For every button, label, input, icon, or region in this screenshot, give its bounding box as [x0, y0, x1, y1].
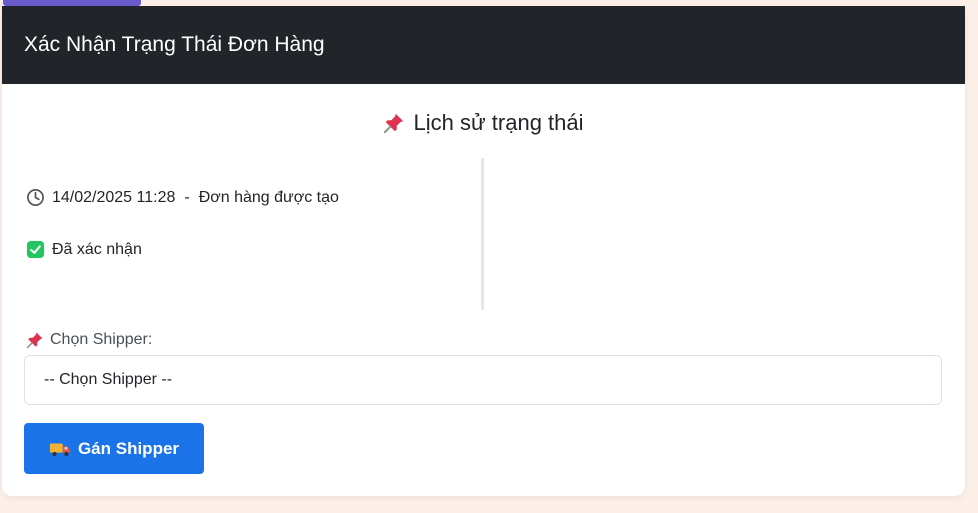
history-title-text: Lịch sử trạng thái	[413, 110, 584, 135]
pushpin-icon	[26, 331, 44, 349]
timeline-entry-confirmed: Đã xác nhận	[26, 240, 142, 259]
timeline-datetime: 14/02/2025 11:28	[52, 188, 176, 206]
page-title: Xác Nhận Trạng Thái Đơn Hàng	[24, 33, 325, 56]
timeline-entry-created: 14/02/2025 11:28 - Đơn hàng được tạo	[26, 188, 339, 207]
assign-button-label: Gán Shipper	[77, 438, 180, 458]
history-section-title: Lịch sử trạng thái	[2, 110, 965, 136]
shipper-select[interactable]: -- Chọn Shipper --	[24, 355, 942, 405]
order-status-card: Xác Nhận Trạng Thái Đơn Hàng Lịch sử trạ…	[2, 6, 965, 496]
check-mark-icon	[26, 240, 45, 259]
pushpin-icon	[383, 112, 405, 134]
status-timeline: 14/02/2025 11:28 - Đơn hàng được tạo Đã …	[24, 158, 484, 310]
shipper-select-value: -- Chọn Shipper --	[44, 371, 173, 388]
assign-shipper-button[interactable]: Gán Shipper	[24, 423, 204, 474]
card-header: Xác Nhận Trạng Thái Đơn Hàng	[2, 6, 965, 84]
shipper-label: Chọn Shipper:	[26, 331, 152, 349]
timeline-text: Đơn hàng được tạo	[198, 188, 339, 206]
truck-icon	[49, 440, 71, 458]
shipper-label-text: Chọn Shipper:	[50, 331, 153, 348]
timeline-text: Đã xác nhận	[52, 240, 142, 258]
clock-icon	[26, 188, 45, 207]
timeline-separator: -	[184, 188, 190, 206]
